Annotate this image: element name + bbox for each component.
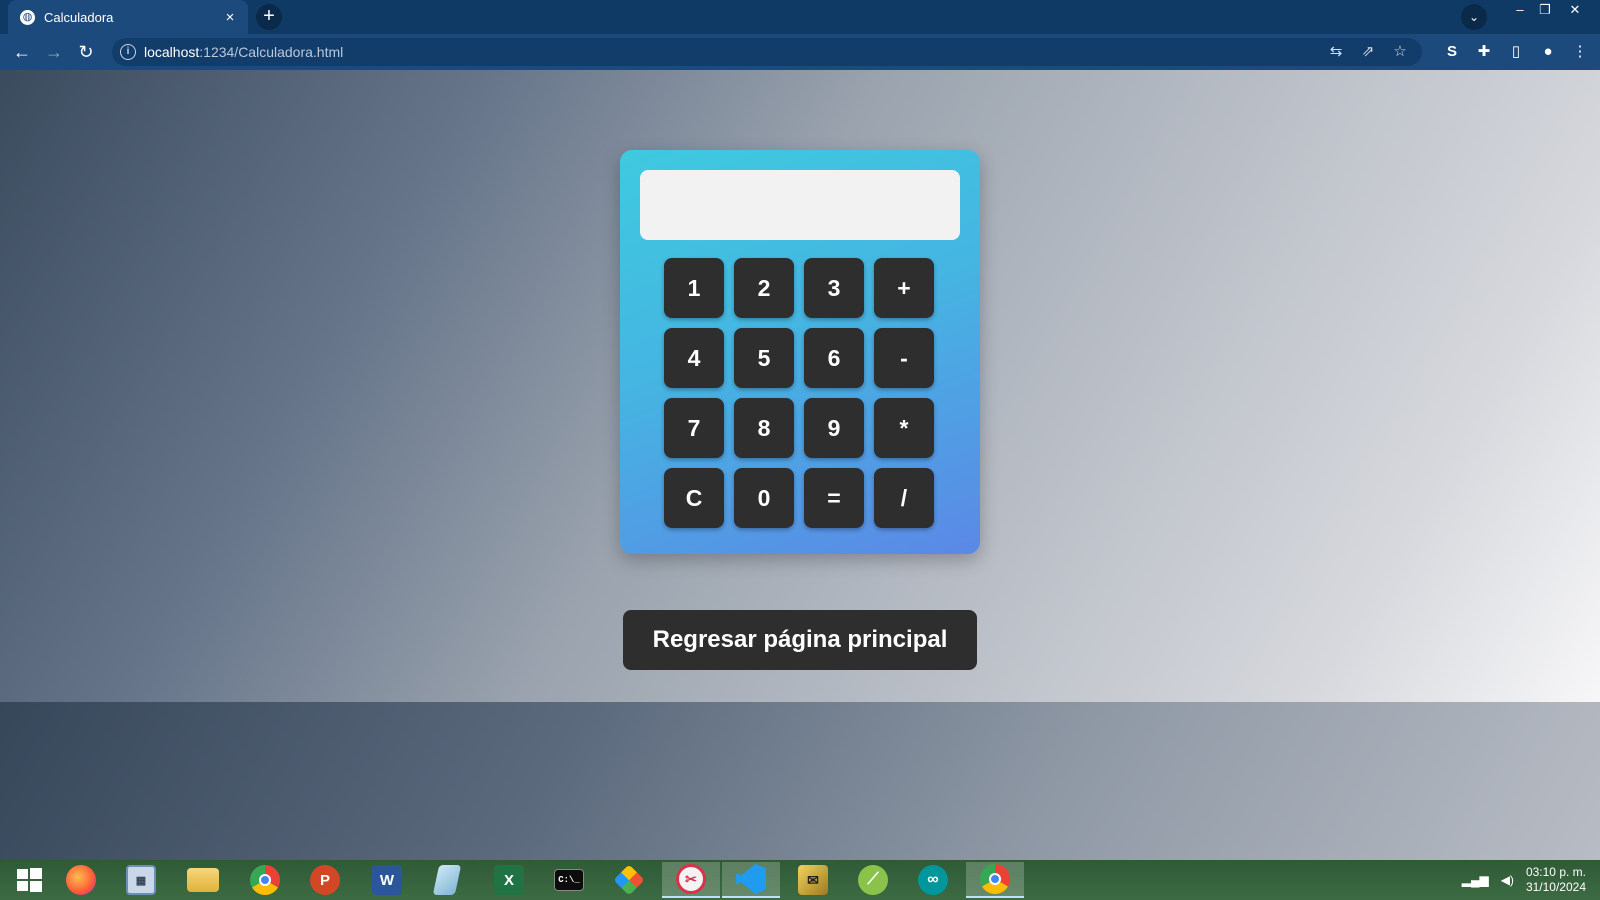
- clock[interactable]: 03:10 p. m. 31/10/2024: [1526, 865, 1586, 895]
- profile-icon[interactable]: ●: [1532, 38, 1564, 66]
- key-minus[interactable]: -: [874, 328, 934, 388]
- windows-logo: [17, 868, 42, 892]
- chrome-profile-icon[interactable]: [966, 862, 1024, 898]
- archive-tool-icon[interactable]: ✉: [784, 862, 842, 898]
- extensions-puzzle-icon[interactable]: ✚: [1468, 38, 1500, 66]
- key-4[interactable]: 4: [664, 328, 724, 388]
- key-plus[interactable]: +: [874, 258, 934, 318]
- address-bar-actions: ⇆ ⇗ ☆: [1320, 38, 1416, 66]
- key-8[interactable]: 8: [734, 398, 794, 458]
- system-tray: ▂▄▆ ◀) 03:10 p. m. 31/10/2024: [1462, 860, 1586, 900]
- share-icon[interactable]: ⇗: [1352, 38, 1384, 66]
- new-tab-button[interactable]: +: [256, 4, 282, 30]
- page-viewport: 1 2 3 + 4 5 6 - 7 8 9 * C 0 = / Regresar…: [0, 70, 1600, 702]
- browser-toolbar: ← → ↻ i localhost :1234/Calculadora.html…: [0, 34, 1600, 70]
- chrome-icon[interactable]: [236, 862, 294, 898]
- desktop-background: [0, 702, 1600, 860]
- forward-arrow-icon[interactable]: →: [38, 36, 70, 68]
- android-studio-icon[interactable]: ⟋: [844, 862, 902, 898]
- clock-date: 31/10/2024: [1525, 880, 1586, 894]
- clock-time: 03:10 p. m.: [1525, 865, 1586, 879]
- browser-tab[interactable]: ◍ Calculadora ×: [8, 0, 248, 34]
- git-icon[interactable]: [600, 862, 658, 898]
- browser-extensions-area: S ✚ ▯ ● ⋮: [1436, 34, 1596, 70]
- key-divide[interactable]: /: [874, 468, 934, 528]
- key-equals[interactable]: =: [804, 468, 864, 528]
- info-icon[interactable]: i: [120, 44, 136, 60]
- key-0[interactable]: 0: [734, 468, 794, 528]
- tab-title: Calculadora: [44, 9, 114, 25]
- tab-close-icon[interactable]: ×: [222, 9, 238, 26]
- snipping-tool-icon[interactable]: ✂: [662, 862, 720, 898]
- windows-taskbar: ▦ P W X C:\_ ✂ ✉ ⟋ ∞ ▂▄▆ ◀) 03:10 p. m. …: [0, 860, 1600, 900]
- firefox-icon[interactable]: [52, 862, 110, 898]
- key-multiply[interactable]: *: [874, 398, 934, 458]
- arduino-icon[interactable]: ∞: [904, 862, 962, 898]
- key-5[interactable]: 5: [734, 328, 794, 388]
- reload-icon[interactable]: ↻: [70, 36, 102, 68]
- menu-dots-icon[interactable]: ⋮: [1564, 38, 1596, 66]
- globe-icon: ◍: [20, 9, 35, 25]
- volume-icon[interactable]: ◀): [1501, 873, 1514, 887]
- back-to-home-button[interactable]: Regresar página principal: [623, 610, 977, 670]
- calculator-display[interactable]: [640, 170, 960, 240]
- key-2[interactable]: 2: [734, 258, 794, 318]
- restore-button[interactable]: ❐: [1530, 0, 1560, 22]
- word-icon[interactable]: W: [358, 862, 416, 898]
- network-signal-icon[interactable]: ▂▄▆: [1462, 873, 1489, 887]
- key-7[interactable]: 7: [664, 398, 724, 458]
- file-explorer-icon[interactable]: [174, 862, 232, 898]
- notepad-icon[interactable]: [418, 862, 476, 898]
- calculator: 1 2 3 + 4 5 6 - 7 8 9 * C 0 = /: [620, 150, 980, 554]
- key-1[interactable]: 1: [664, 258, 724, 318]
- vscode-icon[interactable]: [722, 862, 780, 898]
- windows-start-icon[interactable]: [0, 862, 58, 898]
- back-arrow-icon[interactable]: ←: [6, 36, 38, 68]
- url-path: :1234/Calculadora.html: [199, 44, 344, 60]
- side-panel-icon[interactable]: ▯: [1500, 38, 1532, 66]
- calculator-app-icon[interactable]: ▦: [112, 862, 170, 898]
- url-host: localhost: [144, 44, 200, 60]
- excel-icon[interactable]: X: [480, 862, 538, 898]
- powerpoint-icon[interactable]: P: [296, 862, 354, 898]
- key-clear[interactable]: C: [664, 468, 724, 528]
- bookmark-star-icon[interactable]: ☆: [1384, 38, 1416, 66]
- command-prompt-icon[interactable]: C:\_: [540, 862, 598, 898]
- tab-search-button[interactable]: ⌄: [1461, 4, 1487, 30]
- browser-tab-strip: ◍ Calculadora × + ⌄ – ❐ ✕: [0, 0, 1600, 34]
- translate-icon[interactable]: ⇆: [1320, 38, 1352, 66]
- extension-s-icon[interactable]: S: [1436, 38, 1468, 66]
- key-9[interactable]: 9: [804, 398, 864, 458]
- address-bar[interactable]: i localhost :1234/Calculadora.html ⇆ ⇗ ☆: [112, 38, 1422, 66]
- key-6[interactable]: 6: [804, 328, 864, 388]
- key-3[interactable]: 3: [804, 258, 864, 318]
- close-window-button[interactable]: ✕: [1560, 0, 1590, 22]
